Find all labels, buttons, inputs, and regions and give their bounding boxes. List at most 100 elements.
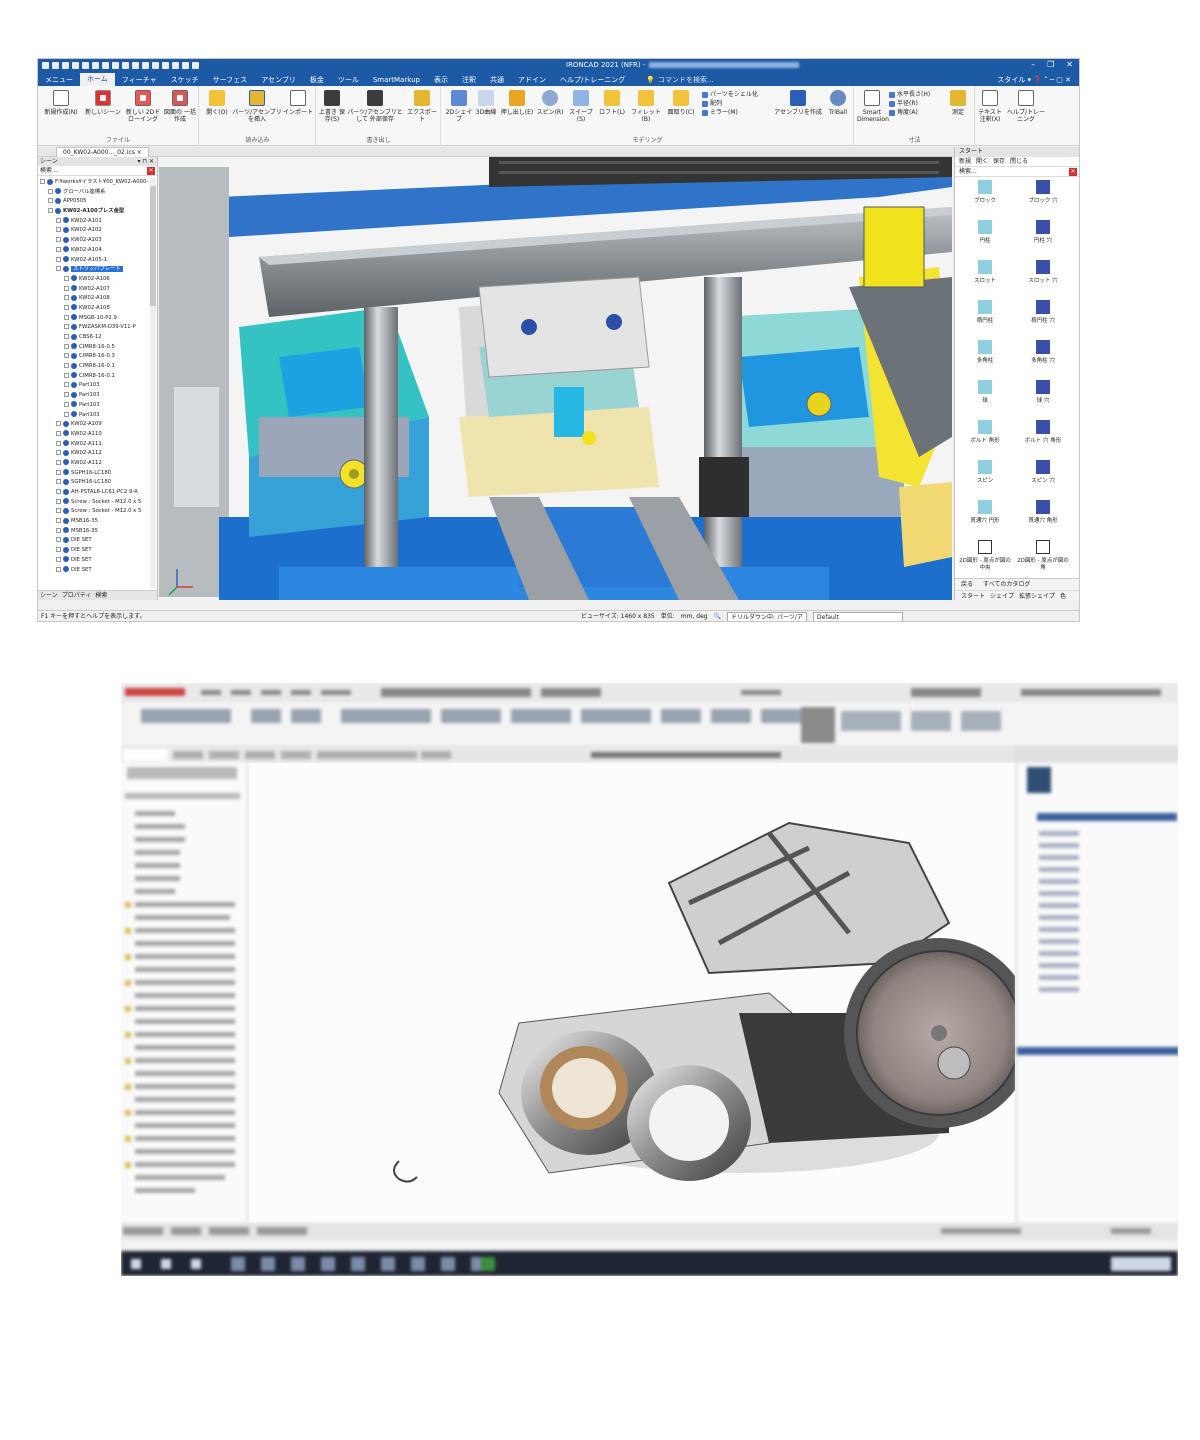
fillet-button[interactable]: フィレット(B) [628, 90, 664, 123]
catalog-item[interactable]: 貫通穴 円形 [957, 497, 1013, 537]
catalog-new-button[interactable]: 新規 [959, 157, 971, 166]
command-search[interactable]: 💡 コマンドを検索... [646, 75, 713, 85]
tree-row[interactable]: Screw : Socket - M12.0 x 5 [38, 507, 150, 517]
expand-icon[interactable] [64, 275, 69, 281]
tree-row[interactable]: AH-PSTAL8-LC61-PC2.9-R [38, 488, 150, 498]
restore-icon[interactable]: ❐ [1047, 60, 1054, 69]
menu-item[interactable]: アセンブリ [254, 75, 303, 85]
angle-button[interactable]: 角度(A) [889, 108, 945, 117]
menu-item[interactable]: ヘルプ/トレーニング [553, 75, 632, 85]
tree-row[interactable]: KW02-A110 [38, 430, 150, 440]
curve3d-button[interactable]: 3D曲線 [474, 90, 498, 116]
expand-icon[interactable] [56, 256, 61, 262]
tree-row[interactable]: KW02-A108 [38, 304, 150, 314]
new-scene-button[interactable]: 新しいシーン [84, 90, 122, 116]
print-icon[interactable] [72, 62, 79, 69]
tab-shape[interactable]: シェイプ [990, 591, 1014, 601]
catalog-item[interactable]: 円柱 穴 [1015, 217, 1071, 257]
menu-item[interactable]: 板金 [303, 75, 331, 85]
expand-icon[interactable] [64, 382, 69, 388]
tree-row[interactable]: KW02-A108 [38, 294, 150, 304]
tree-row[interactable]: Part103 [38, 391, 150, 401]
copy-icon[interactable] [82, 62, 89, 69]
save-external-button[interactable]: パーツ/アセンブリとして 外部保存 [345, 90, 405, 123]
tree-row[interactable]: MSB16-35 [38, 517, 150, 527]
expand-icon[interactable] [56, 430, 61, 436]
zoom-icon[interactable]: 🔍 [714, 611, 721, 621]
spin-button[interactable]: スピン(R) [536, 90, 564, 116]
expand-icon[interactable] [56, 421, 61, 427]
close-icon[interactable]: ✕ [1066, 60, 1073, 69]
tree-row[interactable]: Part103 [38, 381, 150, 391]
scene-icon[interactable] [172, 62, 179, 69]
menu-item[interactable]: メニュー [38, 75, 80, 85]
tree-row[interactable]: CBS6-12 [38, 333, 150, 343]
menu-item[interactable]: ツール [331, 75, 366, 85]
expand-icon[interactable] [56, 527, 61, 533]
expand-icon[interactable] [56, 469, 61, 475]
tree-row[interactable]: F:¥works¥イラスト¥00_KW02-A000- [38, 178, 150, 188]
menu-item[interactable]: アドイン [511, 75, 553, 85]
tree-row[interactable]: KW02-A112 [38, 459, 150, 469]
import-button[interactable]: インポート [282, 90, 314, 116]
catalog-item[interactable]: 球 [957, 377, 1013, 417]
close-tab-icon[interactable]: × [137, 149, 142, 156]
expand-icon[interactable] [56, 459, 61, 465]
catalog-item[interactable]: スピン [957, 457, 1013, 497]
export-button[interactable]: エクスポート [405, 90, 439, 123]
overwrite-save-button[interactable]: 上書き 保存(S) [319, 90, 345, 123]
tree-row[interactable]: SGPH16-LC180 [38, 478, 150, 488]
catalog-item[interactable]: スロット [957, 257, 1013, 297]
all-catalogs-tab[interactable]: すべてのカタログ [983, 579, 1030, 590]
expand-icon[interactable] [56, 440, 61, 446]
catalog-close-button[interactable]: 閉じる [1010, 157, 1028, 166]
tree-row[interactable]: SGPH16-LC180 [38, 469, 150, 479]
clear-catalog-search-icon[interactable]: ✕ [1069, 168, 1077, 176]
create-assembly-button[interactable]: アセンブリを作成 [774, 90, 822, 116]
catalog-item[interactable]: 楕円柱 [957, 297, 1013, 337]
smart-dimension-button[interactable]: Smart Dimension [857, 90, 889, 123]
tree-row[interactable]: DIE SET [38, 566, 150, 576]
tree-row[interactable]: FWZASKM-D39-V11-P [38, 323, 150, 333]
expand-icon[interactable] [64, 343, 69, 349]
catalog-item[interactable]: 多角柱 [957, 337, 1013, 377]
array-button[interactable]: 配列 [702, 99, 772, 108]
expand-icon[interactable] [64, 295, 69, 301]
catalog-item[interactable]: 円柱 [957, 217, 1013, 257]
tab-scene[interactable]: シーン [40, 591, 58, 600]
tree-row[interactable]: DIE SET [38, 546, 150, 556]
shape2d-button[interactable]: 2Dシェイプ [444, 90, 474, 123]
expand-icon[interactable] [56, 227, 61, 233]
catalog-item[interactable]: 球 穴 [1015, 377, 1071, 417]
expand-icon[interactable] [64, 285, 69, 291]
scene-scrollbar[interactable] [150, 178, 156, 588]
clear-search-icon[interactable]: ✕ [147, 167, 155, 175]
scene-search-input[interactable]: 検索... ✕ [38, 166, 157, 176]
expand-icon[interactable] [56, 479, 61, 485]
extrude-button[interactable]: 押し出し(E) [500, 90, 534, 116]
minimize-icon[interactable]: – [1031, 60, 1035, 69]
expand-icon[interactable] [64, 372, 69, 378]
tab-search[interactable]: 検索 [95, 591, 107, 600]
tree-row[interactable]: ストリッパプレート [38, 265, 150, 275]
render-icon[interactable] [182, 62, 189, 69]
tree-row[interactable]: KW02-A100プレス金型 [38, 207, 150, 217]
expand-icon[interactable] [40, 179, 45, 184]
menu-item[interactable]: 共通 [483, 75, 511, 85]
tab-start[interactable]: スタート [961, 591, 985, 601]
style-selector[interactable]: スタイル ▾ ❓ ˄ ─ ▢ ✕ [997, 75, 1071, 85]
insert-part-button[interactable]: パーツ/アセンブリ を挿入 [232, 90, 282, 123]
tree-row[interactable]: Part103 [38, 411, 150, 421]
tree-row[interactable]: KW02-A103 [38, 236, 150, 246]
triball-button[interactable]: TriBall [824, 90, 852, 116]
tree-row[interactable]: KW02-A112 [38, 449, 150, 459]
expand-icon[interactable] [64, 324, 69, 330]
open-button[interactable]: 開く(O) [202, 90, 232, 116]
new-file-button[interactable]: 新規作成(N) [42, 90, 80, 116]
expand-icon[interactable] [56, 489, 61, 494]
tree-row[interactable]: CIMR8-16-0.1 [38, 372, 150, 382]
catalog-item[interactable]: 2D図形 - 原点が図の中央 [957, 537, 1013, 577]
tree-row[interactable]: MSB16-35 [38, 527, 150, 537]
back-button[interactable]: 戻る [961, 579, 973, 590]
expand-icon[interactable] [56, 498, 61, 504]
